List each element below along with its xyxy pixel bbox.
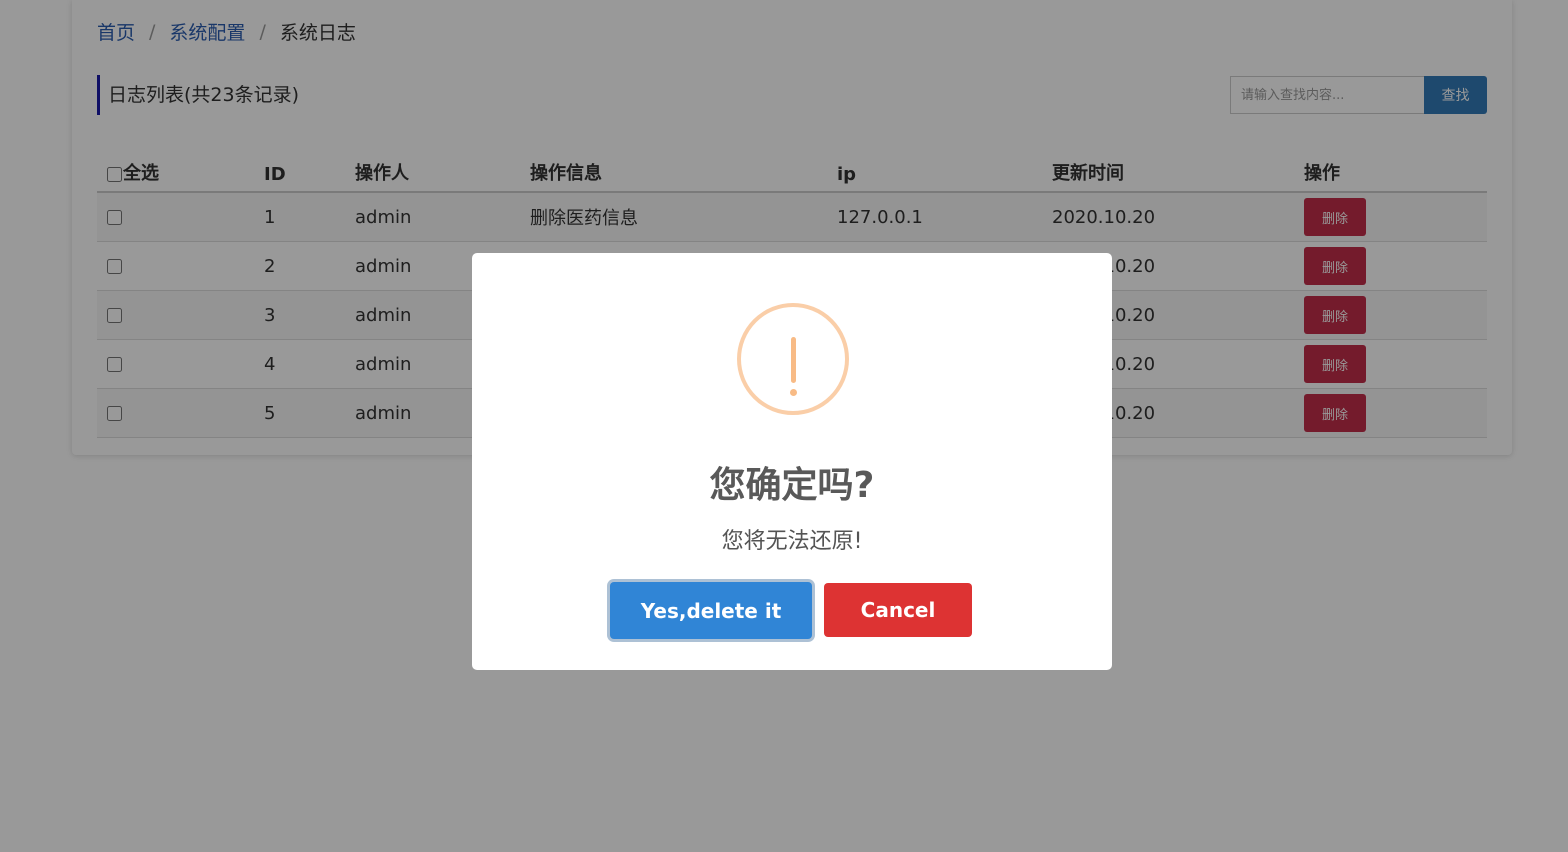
confirm-delete-button[interactable]: Yes,delete it [610,582,812,639]
cancel-button[interactable]: Cancel [824,583,972,637]
dialog-title: 您确定吗? [709,465,875,506]
warning-icon [737,303,849,415]
confirm-dialog: 您确定吗? 您将无法还原! Yes,delete it Cancel [472,253,1112,670]
dialog-text: 您将无法还原! [721,529,863,554]
